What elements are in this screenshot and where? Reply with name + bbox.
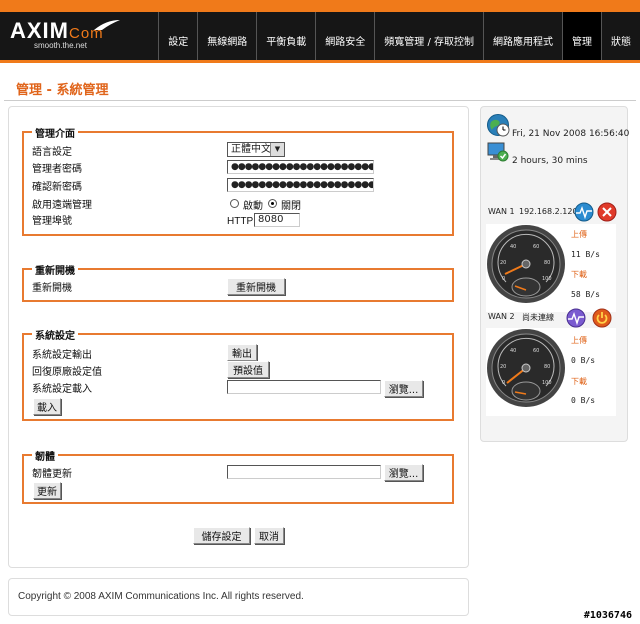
monitor-uptime-icon [487, 142, 509, 162]
nav-item-load-balance[interactable]: 平衡負載 [256, 12, 315, 60]
wan2-tick-20: 20 [500, 364, 506, 370]
wan1-signal-icon[interactable] [574, 202, 594, 222]
wan1-tick-40: 40 [510, 244, 516, 250]
wan1-speed-gauge: 0 20 40 60 80 100 [487, 225, 565, 303]
import-browse-button[interactable]: 瀏覽... [384, 380, 423, 397]
wan2-upload-value: 0 B/s [571, 356, 596, 365]
factory-default-button[interactable]: 預設值 [227, 361, 269, 378]
clock-globe-icon [487, 114, 510, 137]
reboot-button[interactable]: 重新開機 [227, 278, 285, 295]
remote-on-radio[interactable] [230, 199, 239, 208]
reboot-legend: 重新開機 [32, 262, 78, 277]
management-port-label: 管理埠號 [32, 216, 72, 227]
language-select-value: 正體中文 [231, 144, 271, 155]
remote-management-label: 啟用遠端管理 [32, 200, 92, 211]
uptime-text: 2 hours, 30 mins [512, 156, 588, 166]
firmware-update-button[interactable]: 更新 [33, 482, 61, 499]
firmware-browse-button[interactable]: 瀏覽... [384, 464, 423, 481]
brand-swoosh-icon [94, 20, 120, 30]
wan1-label: WAN 1 [488, 207, 515, 216]
nav-item-settings[interactable]: 設定 [158, 12, 197, 60]
wan1-tick-0: 0 [502, 276, 505, 282]
wan1-tick-60: 60 [533, 244, 539, 250]
admin-password-input[interactable]: ●●●●●●●●●●●●●●●●●●●●●●●●●●●●●●●● [227, 160, 374, 174]
wan1-tick-100: 100 [542, 276, 552, 282]
date-time-text: Fri, 21 Nov 2008 16:56:40 [512, 129, 630, 139]
nav-item-applications[interactable]: 網路應用程式 [483, 12, 562, 60]
wan2-signal-icon[interactable] [566, 308, 586, 328]
wan2-tick-0: 0 [502, 380, 505, 386]
nav-item-status[interactable]: 狀態 [601, 12, 640, 60]
footer: Copyright © 2008 AXIM Communications Inc… [8, 578, 469, 616]
save-button[interactable]: 儲存設定 [193, 527, 250, 544]
nav-item-bandwidth[interactable]: 頻寬管理 / 存取控制 [374, 12, 483, 60]
cancel-button[interactable]: 取消 [254, 527, 284, 544]
remote-off-label: 關閉 [281, 201, 301, 212]
wan2-tick-40: 40 [510, 348, 516, 354]
language-label: 語言設定 [32, 147, 72, 158]
firmware-update-label: 韌體更新 [32, 469, 72, 480]
wan2-label: WAN 2 [488, 312, 515, 321]
wan2-tick-60: 60 [533, 348, 539, 354]
management-port-input[interactable]: 8080 [254, 213, 300, 227]
confirm-password-label: 確認新密碼 [32, 182, 82, 193]
wan2-download-value: 0 B/s [571, 396, 596, 405]
wan1-tick-80: 80 [544, 260, 550, 266]
page-title: 管理 - 系統管理 [16, 83, 109, 98]
wan1-download-label: 下載 [571, 270, 587, 279]
remote-off-radio[interactable] [268, 199, 277, 208]
chevron-down-icon[interactable]: ▼ [270, 143, 284, 156]
admin-interface-legend: 管理介面 [32, 125, 78, 140]
wan2-speed-gauge: 0 20 40 60 80 100 [487, 329, 565, 407]
wan2-tick-100: 100 [542, 380, 552, 386]
export-config-button[interactable]: 輸出 [227, 344, 257, 361]
load-config-button[interactable]: 載入 [33, 398, 61, 415]
wan2-tick-80: 80 [544, 364, 550, 370]
wan2-power-icon[interactable] [592, 308, 612, 328]
system-config-legend: 系統設定 [32, 327, 78, 342]
language-select[interactable]: 正體中文 ▼ [227, 142, 285, 157]
wan2-upload-label: 上傳 [571, 336, 587, 345]
export-config-label: 系統設定輸出 [32, 350, 92, 361]
nav-item-management[interactable]: 管理 [562, 12, 601, 60]
wan1-upload-value: 11 B/s [571, 250, 600, 259]
brand-name: AXIM [10, 18, 69, 43]
brand-tagline: smooth.the.net [34, 41, 87, 50]
wan1-tick-20: 20 [500, 260, 506, 266]
top-accent-bar [0, 0, 640, 12]
remote-on-label: 啟動 [243, 201, 263, 212]
wan2-download-label: 下載 [571, 377, 587, 386]
wan1-upload-label: 上傳 [571, 230, 587, 239]
main-nav: 設定 無線網路 平衡負載 網路安全 頻寬管理 / 存取控制 網路應用程式 管理 … [158, 12, 640, 60]
wan1-download-value: 58 B/s [571, 290, 600, 299]
watermark-text: #1036746 [583, 610, 632, 621]
reboot-label: 重新開機 [32, 283, 72, 294]
nav-item-wireless[interactable]: 無線網路 [197, 12, 256, 60]
import-config-label: 系統設定載入 [32, 384, 92, 395]
firmware-file-input[interactable] [227, 465, 381, 479]
wan1-ip-text: 192.168.2.120 [519, 207, 578, 216]
title-divider [4, 100, 636, 101]
import-config-file-input[interactable] [227, 380, 381, 394]
confirm-password-input[interactable]: ●●●●●●●●●●●●●●●●●●●●●●●●●●●●●●●● [227, 178, 374, 192]
port-protocol-label: HTTP [227, 216, 254, 227]
firmware-legend: 韌體 [32, 448, 58, 463]
copyright-text: Copyright © 2008 AXIM Communications Inc… [18, 591, 304, 602]
admin-password-label: 管理者密碼 [32, 164, 82, 175]
factory-default-label: 回復原廠設定值 [32, 367, 102, 378]
wan2-ip-text: 尚未連線 [522, 313, 554, 322]
nav-item-security[interactable]: 網路安全 [315, 12, 374, 60]
wan1-disconnect-icon[interactable] [597, 202, 617, 222]
